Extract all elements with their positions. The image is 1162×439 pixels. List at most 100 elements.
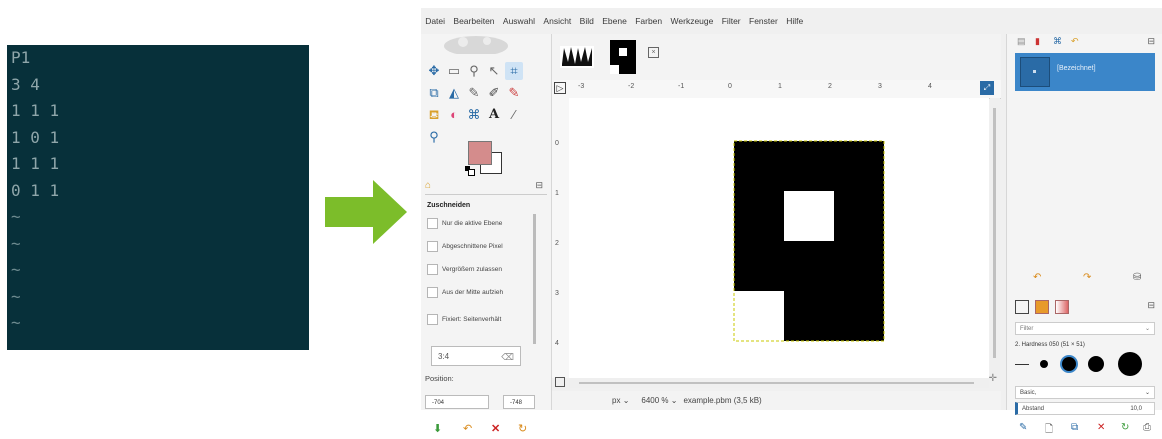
ruler-tick: -3 (578, 83, 585, 90)
clone-tool-icon[interactable]: ✎ (465, 84, 483, 102)
horizontal-scrollbar[interactable]: ✛ (555, 373, 997, 388)
option-fixed-aspect[interactable]: Fixiert: Seitenverhält (427, 314, 501, 325)
delete-options-icon[interactable]: ✕ (491, 422, 500, 436)
undo-history-tab-icon[interactable]: ↶ (1071, 36, 1079, 47)
image-thumbnail-2[interactable] (610, 40, 636, 74)
option-expand-center[interactable]: Aus der Mitte aufzieh (427, 287, 503, 298)
brush-small[interactable] (1040, 360, 1048, 368)
options-scrollbar[interactable] (533, 214, 536, 344)
menu-werkzeuge[interactable]: Werkzeuge (666, 16, 717, 26)
open-as-image-icon[interactable]: ⎙ (1143, 422, 1151, 433)
brushes-tab-icon[interactable] (1015, 300, 1029, 314)
ruler-origin-icon[interactable]: ▷ (554, 82, 566, 94)
quick-mask-icon[interactable] (555, 377, 565, 387)
spacing-field[interactable]: Abstand 10,0 (1015, 402, 1155, 415)
brush-line[interactable] (1015, 364, 1029, 365)
option-label: Aus der Mitte aufzieh (442, 289, 504, 296)
checkbox[interactable] (427, 264, 438, 275)
image-canvas[interactable] (569, 98, 989, 378)
delete-brush-icon[interactable]: ✕ (1097, 422, 1105, 433)
checkbox[interactable] (427, 314, 438, 325)
rect-select-tool-icon[interactable]: ▭ (445, 62, 463, 80)
vertical-scrollbar[interactable] (990, 98, 1000, 378)
menu-hilfe[interactable]: Hilfe (782, 16, 807, 26)
restore-options-icon[interactable]: ↶ (463, 422, 472, 436)
terminal-window[interactable]: P1 3 4 1 1 1 1 0 1 1 1 1 0 1 1 ~ ~ ~ ~ ~ (7, 45, 309, 350)
save-options-icon[interactable]: ⬇ (433, 422, 442, 436)
color-picker-tool-icon[interactable]: ⁄ (505, 106, 523, 124)
fuzzy-select-tool-icon[interactable]: ↖ (485, 62, 503, 80)
menu-fenster[interactable]: Fenster (745, 16, 782, 26)
unit-value: px (612, 396, 621, 405)
menu-ansicht[interactable]: Ansicht (539, 16, 575, 26)
paths-tab-icon[interactable]: ⌘ (1053, 36, 1062, 47)
ruler-tick: 0 (728, 83, 732, 90)
new-brush-icon[interactable]: 🗋 (1045, 422, 1053, 439)
crop-tool-icon[interactable]: ⌗ (505, 62, 523, 80)
paintbrush-tool-icon[interactable]: ✎ (505, 84, 523, 102)
undo-icon[interactable]: ↶ (1033, 272, 1041, 283)
navigate-icon[interactable]: ✛ (989, 373, 997, 384)
clear-field-icon[interactable]: ⌫ (501, 347, 514, 367)
configure-tab-icon[interactable]: ⊟ (1147, 36, 1155, 47)
clear-history-icon[interactable]: ⛁ (1133, 272, 1141, 283)
channels-tab-icon[interactable]: ▮ (1035, 36, 1040, 47)
pencil-tool-icon[interactable]: ✐ (485, 84, 503, 102)
horizontal-ruler: ▷ -3 -2 -1 0 1 2 3 4 ⤢ (552, 80, 1001, 99)
text-tool-icon[interactable]: A (485, 106, 503, 124)
gradients-tab-icon[interactable] (1055, 300, 1069, 314)
pbm-image[interactable] (733, 140, 885, 342)
ruler-tick: 1 (555, 190, 559, 197)
brush-medium[interactable] (1088, 356, 1104, 372)
scroll-thumb[interactable] (579, 382, 974, 384)
tool-options-tab-icon[interactable]: ⌂ (425, 180, 431, 191)
brush-preset-select[interactable]: Basic, ⌄ (1015, 386, 1155, 399)
brush-filter-field[interactable]: Filter ⌄ (1015, 322, 1155, 335)
paths-tool-icon[interactable]: ⌘ (465, 106, 483, 124)
configure-tab-icon[interactable]: ⊟ (535, 180, 543, 191)
option-delete-cropped[interactable]: Abgeschnittene Pixel (427, 241, 503, 252)
checkbox[interactable] (427, 218, 438, 229)
menu-ebene[interactable]: Ebene (598, 16, 631, 26)
terminal-line: 1 1 1 (11, 101, 60, 120)
position-y-field[interactable]: -748 (503, 395, 535, 409)
layer-row[interactable]: [Bezeichnet] (1015, 53, 1155, 91)
patterns-tab-icon[interactable] (1035, 300, 1049, 314)
zoom-select[interactable]: 6400 % ⌄ (641, 396, 677, 405)
bucket-fill-tool-icon[interactable]: ⛾ (425, 106, 443, 124)
ruler-tick: 4 (555, 340, 559, 347)
image-thumbnail-1[interactable] (560, 40, 594, 74)
lasso-tool-icon[interactable]: ⚲ (465, 62, 483, 80)
scroll-thumb[interactable] (993, 108, 996, 358)
duplicate-brush-icon[interactable]: ⧉ (1071, 422, 1078, 433)
menu-farben[interactable]: Farben (631, 16, 666, 26)
zoom-tool-icon[interactable]: ⚲ (425, 128, 443, 146)
layers-tab-icon[interactable]: ▤ (1017, 36, 1026, 47)
brush-selected[interactable] (1062, 357, 1076, 371)
warp-tool-icon[interactable]: ◭ (445, 84, 463, 102)
checkbox[interactable] (427, 287, 438, 298)
redo-icon[interactable]: ↷ (1083, 272, 1091, 283)
checkbox[interactable] (427, 241, 438, 252)
brush-large[interactable] (1118, 352, 1142, 376)
menu-datei[interactable]: Datei (421, 16, 449, 26)
configure-tab-icon[interactable]: ⊟ (1147, 300, 1155, 311)
smudge-tool-icon[interactable]: ◐ (445, 106, 463, 124)
menu-filter[interactable]: Filter (718, 16, 745, 26)
menu-bearbeiten[interactable]: Bearbeiten (449, 16, 499, 26)
reset-options-icon[interactable]: ↻ (518, 422, 527, 436)
transform-tool-icon[interactable]: ⧉ (425, 84, 443, 102)
aspect-ratio-field[interactable]: 3:4 ⌫ (431, 346, 521, 366)
option-active-layer[interactable]: Nur die aktive Ebene (427, 218, 502, 229)
refresh-brushes-icon[interactable]: ↻ (1121, 422, 1129, 433)
option-allow-growing[interactable]: Vergrößern zulassen (427, 264, 502, 275)
unit-select[interactable]: px ⌄ (612, 396, 629, 405)
move-tool-icon[interactable]: ✥ (425, 62, 443, 80)
zoom-fit-icon[interactable]: ⤢ (980, 81, 994, 95)
menu-auswahl[interactable]: Auswahl (499, 16, 540, 26)
layer-name: [Bezeichnet] (1057, 65, 1096, 72)
edit-brush-icon[interactable]: ✎ (1019, 422, 1027, 433)
menu-bild[interactable]: Bild (575, 16, 598, 26)
position-x-field[interactable]: -704 (425, 395, 489, 409)
close-tab-icon[interactable]: × (648, 47, 659, 58)
